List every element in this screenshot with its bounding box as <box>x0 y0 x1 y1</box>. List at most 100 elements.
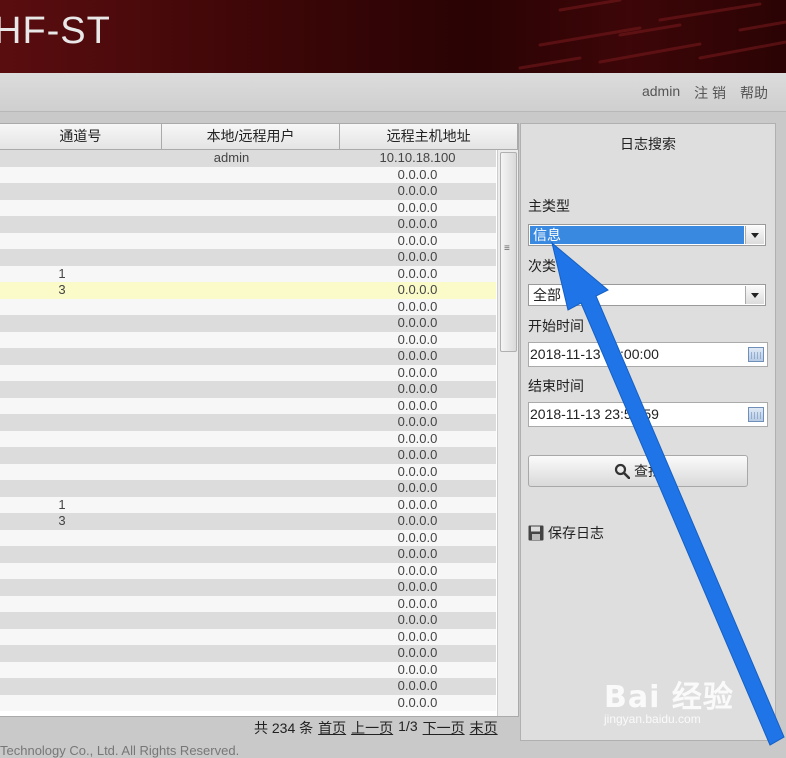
table-row[interactable]: 0.0.0.0 <box>0 463 496 480</box>
cell-user <box>124 530 339 547</box>
search-button[interactable]: 查找 <box>528 455 748 487</box>
cell-host: 0.0.0.0 <box>397 480 438 495</box>
user-link[interactable]: admin <box>642 83 680 103</box>
table-row[interactable]: 0.0.0.0 <box>0 628 496 645</box>
grip-icon: ≡ <box>504 243 510 254</box>
chevron-down-icon[interactable] <box>745 226 764 244</box>
column-header-host[interactable]: 远程主机地址 <box>340 124 518 149</box>
search-icon <box>614 463 631 480</box>
cell-channel <box>0 183 124 200</box>
table-row[interactable]: 0.0.0.0 <box>0 249 496 266</box>
table-row[interactable]: 0.0.0.0 <box>0 595 496 612</box>
cell-user <box>124 332 339 349</box>
table-row[interactable]: 0.0.0.0 <box>0 315 496 332</box>
table-row[interactable]: 0.0.0.0 <box>0 216 496 233</box>
table-row[interactable]: 0.0.0.0 <box>0 480 496 497</box>
start-time-input[interactable]: 2018-11-13 00:00:00 <box>528 342 768 367</box>
last-page-link[interactable]: 末页 <box>470 718 498 738</box>
table-row[interactable]: 0.0.0.0 <box>0 166 496 184</box>
cell-channel <box>0 579 124 596</box>
cell-user <box>124 645 339 662</box>
first-page-link[interactable]: 首页 <box>318 718 346 738</box>
main-type-select[interactable]: 信息 <box>528 224 766 246</box>
column-header-user[interactable]: 本地/远程用户 <box>162 124 341 149</box>
table-body: admin 10.10.18.100 0.0.0.0 0.0.0.0 0.0.0.0 0.… <box>0 150 496 716</box>
table-row[interactable]: 0.0.0.0 <box>0 645 496 662</box>
total-count: 共 234 条 <box>254 720 314 736</box>
table-row[interactable]: 0.0.0.0 <box>0 232 496 249</box>
help-link[interactable]: 帮助 <box>740 83 768 103</box>
table-row[interactable]: 0.0.0.0 <box>0 694 496 711</box>
table-row[interactable]: 0.0.0.0 <box>0 183 496 200</box>
table-row[interactable]: 3 0.0.0.0 <box>0 513 496 530</box>
scrollbar-thumb[interactable]: ≡ <box>500 152 517 352</box>
cell-channel <box>0 315 124 332</box>
table-row[interactable]: 0.0.0.0 <box>0 414 496 431</box>
table-row[interactable]: 0.0.0.0 <box>0 348 496 365</box>
cell-channel <box>0 150 124 167</box>
table-row[interactable]: 0.0.0.0 <box>0 612 496 629</box>
table-row[interactable]: 0.0.0.0 <box>0 678 496 695</box>
floppy-disk-icon <box>528 525 544 541</box>
table-row[interactable]: 0.0.0.0 <box>0 661 496 678</box>
copyright: Technology Co., Ltd. All Rights Reserved… <box>0 743 240 758</box>
table-row[interactable]: 0.0.0.0 <box>0 546 496 563</box>
table-row[interactable]: 1 0.0.0.0 <box>0 496 496 513</box>
cell-channel <box>0 332 124 349</box>
column-header-channel[interactable]: 通道号 <box>0 124 162 149</box>
cell-user <box>124 167 339 184</box>
cell-host: 0.0.0.0 <box>397 661 438 677</box>
table-row[interactable]: 0.0.0.0 <box>0 579 496 596</box>
table-row[interactable]: 0.0.0.0 <box>0 199 496 216</box>
table-row[interactable]: 0.0.0.0 <box>0 447 496 464</box>
sub-type-select[interactable]: 全部 <box>528 284 766 306</box>
sub-type-value: 全部 <box>533 287 561 303</box>
cell-host: 0.0.0.0 <box>397 546 438 561</box>
cell-channel: 3 <box>58 282 66 297</box>
chevron-down-icon[interactable] <box>745 286 764 304</box>
table-row[interactable]: 0.0.0.0 <box>0 381 496 398</box>
pagination: 共 234 条 首页 上一页 1/3 下一页 末页 <box>254 718 498 738</box>
cell-user <box>124 315 339 332</box>
cell-host: 0.0.0.0 <box>397 496 438 512</box>
table-row[interactable]: 3 0.0.0.0 <box>0 282 496 299</box>
cell-host: 0.0.0.0 <box>397 447 438 462</box>
cell-user <box>124 348 339 365</box>
cell-host: 0.0.0.0 <box>397 397 438 413</box>
table-row[interactable]: 0.0.0.0 <box>0 430 496 447</box>
save-log-button[interactable]: 保存日志 <box>528 523 604 543</box>
log-search-panel: 日志搜索 主类型 信息 次类 全部 开始时间 2018-11-13 00:00:… <box>520 123 776 741</box>
cell-channel <box>0 480 124 497</box>
calendar-icon[interactable] <box>748 347 764 362</box>
table-row[interactable]: 0.0.0.0 <box>0 364 496 381</box>
cell-user <box>124 563 339 580</box>
calendar-icon[interactable] <box>748 407 764 422</box>
table-row[interactable]: 0.0.0.0 <box>0 562 496 580</box>
next-page-link[interactable]: 下一页 <box>423 718 465 738</box>
cell-host: 0.0.0.0 <box>397 216 438 231</box>
table-row[interactable]: 1 0.0.0.0 <box>0 265 496 283</box>
cell-user <box>124 381 339 398</box>
logout-link[interactable]: 注 销 <box>694 83 726 103</box>
prev-page-link[interactable]: 上一页 <box>351 718 393 738</box>
table-row[interactable]: 0.0.0.0 <box>0 529 496 547</box>
cell-host: 0.0.0.0 <box>397 645 438 660</box>
header-banner: HF-ST <box>0 0 786 73</box>
end-time-input[interactable]: 2018-11-13 23:59:59 <box>528 402 768 427</box>
cell-host: 0.0.0.0 <box>397 298 438 314</box>
table-scrollbar[interactable]: ≡ <box>497 150 518 716</box>
cell-channel <box>0 447 124 464</box>
cell-user <box>124 249 339 266</box>
cell-user <box>124 266 339 283</box>
cell-channel <box>0 414 124 431</box>
top-toolbar: admin 注 销 帮助 <box>0 73 786 112</box>
search-panel-title: 日志搜索 <box>620 136 676 152</box>
table-row[interactable]: 0.0.0.0 <box>0 298 496 315</box>
cell-channel <box>0 167 124 184</box>
table-row[interactable]: 0.0.0.0 <box>0 397 496 414</box>
cell-channel <box>0 645 124 662</box>
cell-host: 0.0.0.0 <box>397 414 438 429</box>
cell-host: 0.0.0.0 <box>397 249 438 264</box>
table-row[interactable]: admin 10.10.18.100 <box>0 150 496 167</box>
table-row[interactable]: 0.0.0.0 <box>0 331 496 349</box>
